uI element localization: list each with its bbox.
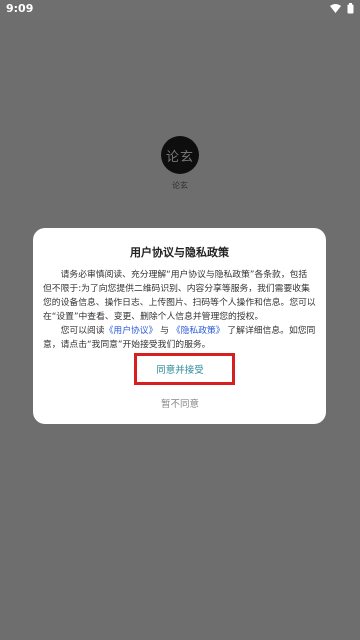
privacy-policy-link[interactable]: 《隐私政策》 (172, 326, 225, 336)
accept-highlight-box (134, 353, 235, 385)
privacy-dialog: 用户协议与隐私政策 请务必审慎阅读、充分理解“用户协议与隐私政策”各条款，包括但… (33, 228, 326, 424)
status-bar: 9:09 (0, 0, 360, 18)
decline-button[interactable]: 暂不同意 (138, 392, 222, 414)
status-time: 9:09 (6, 2, 34, 15)
status-icons (330, 3, 354, 14)
user-agreement-link[interactable]: 《用户协议》 (105, 326, 158, 336)
dialog-paragraph-2: 您可以阅读《用户协议》 与 《隐私政策》 了解详细信息。如您同意，请点击“我同意… (43, 324, 316, 352)
para2-prefix: 您可以阅读 (60, 326, 105, 336)
dialog-title: 用户协议与隐私政策 (130, 246, 229, 259)
battery-icon (347, 3, 354, 14)
dialog-paragraph-1: 请务必审慎阅读、充分理解“用户协议与隐私政策”各条款，包括但不限于:为了向您提供… (43, 270, 316, 322)
wifi-icon (330, 4, 341, 13)
para2-and: 与 (157, 326, 172, 336)
dialog-body: 请务必审慎阅读、充分理解“用户协议与隐私政策”各条款，包括但不限于:为了向您提供… (43, 268, 316, 352)
